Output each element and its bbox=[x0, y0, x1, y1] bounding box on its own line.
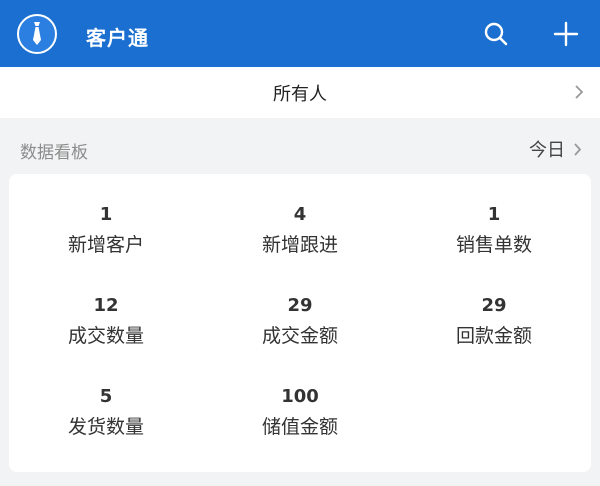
app-title: 客户通 bbox=[86, 26, 149, 50]
add-button[interactable] bbox=[551, 19, 581, 49]
chevron-right-icon bbox=[575, 85, 584, 99]
stat-stored-value-amount[interactable]: 100 储值金额 bbox=[203, 384, 397, 475]
stat-value: 4 bbox=[293, 204, 307, 225]
search-icon bbox=[484, 22, 508, 46]
period-label: 今日 bbox=[529, 140, 565, 161]
dashboard-title: 数据看板 bbox=[20, 143, 88, 163]
period-selector[interactable]: 今日 bbox=[529, 136, 582, 162]
stat-label: 销售单数 bbox=[455, 234, 532, 256]
stat-sales-orders[interactable]: 1 销售单数 bbox=[397, 202, 591, 293]
stat-label: 成交金额 bbox=[261, 325, 338, 347]
search-button[interactable] bbox=[481, 19, 511, 49]
stat-value: 29 bbox=[287, 295, 313, 316]
owner-filter-label: 所有人 bbox=[273, 83, 327, 105]
stat-label: 成交数量 bbox=[67, 325, 144, 347]
chevron-right-icon bbox=[574, 142, 582, 156]
stat-value: 1 bbox=[99, 204, 113, 225]
plus-icon bbox=[553, 21, 579, 47]
dashboard-header: 数据看板 今日 bbox=[0, 118, 600, 174]
stat-new-customers[interactable]: 1 新增客户 bbox=[9, 202, 203, 293]
necktie-logo-icon bbox=[17, 14, 57, 54]
app-header: 客户通 bbox=[0, 0, 600, 67]
stat-payment-amount[interactable]: 29 回款金额 bbox=[397, 293, 591, 384]
stat-label: 回款金额 bbox=[455, 325, 532, 347]
stat-deal-amount[interactable]: 29 成交金额 bbox=[203, 293, 397, 384]
stat-value: 5 bbox=[99, 386, 113, 407]
stat-new-followups[interactable]: 4 新增跟进 bbox=[203, 202, 397, 293]
stat-label: 新增客户 bbox=[67, 234, 144, 256]
stats-grid: 1 新增客户 4 新增跟进 1 销售单数 12 成交数量 29 成交金额 29 … bbox=[9, 202, 591, 475]
stat-label: 新增跟进 bbox=[261, 234, 338, 256]
stat-label: 发货数量 bbox=[67, 416, 144, 438]
stat-value: 12 bbox=[93, 295, 119, 316]
stat-deal-quantity[interactable]: 12 成交数量 bbox=[9, 293, 203, 384]
stat-value: 29 bbox=[481, 295, 507, 316]
stat-value: 100 bbox=[281, 386, 319, 407]
stat-shipment-quantity[interactable]: 5 发货数量 bbox=[9, 384, 203, 475]
stat-label: 储值金额 bbox=[261, 416, 338, 438]
stat-value: 1 bbox=[487, 204, 501, 225]
dashboard-card: 1 新增客户 4 新增跟进 1 销售单数 12 成交数量 29 成交金额 29 … bbox=[9, 174, 591, 472]
owner-filter-row[interactable]: 所有人 bbox=[0, 67, 600, 118]
